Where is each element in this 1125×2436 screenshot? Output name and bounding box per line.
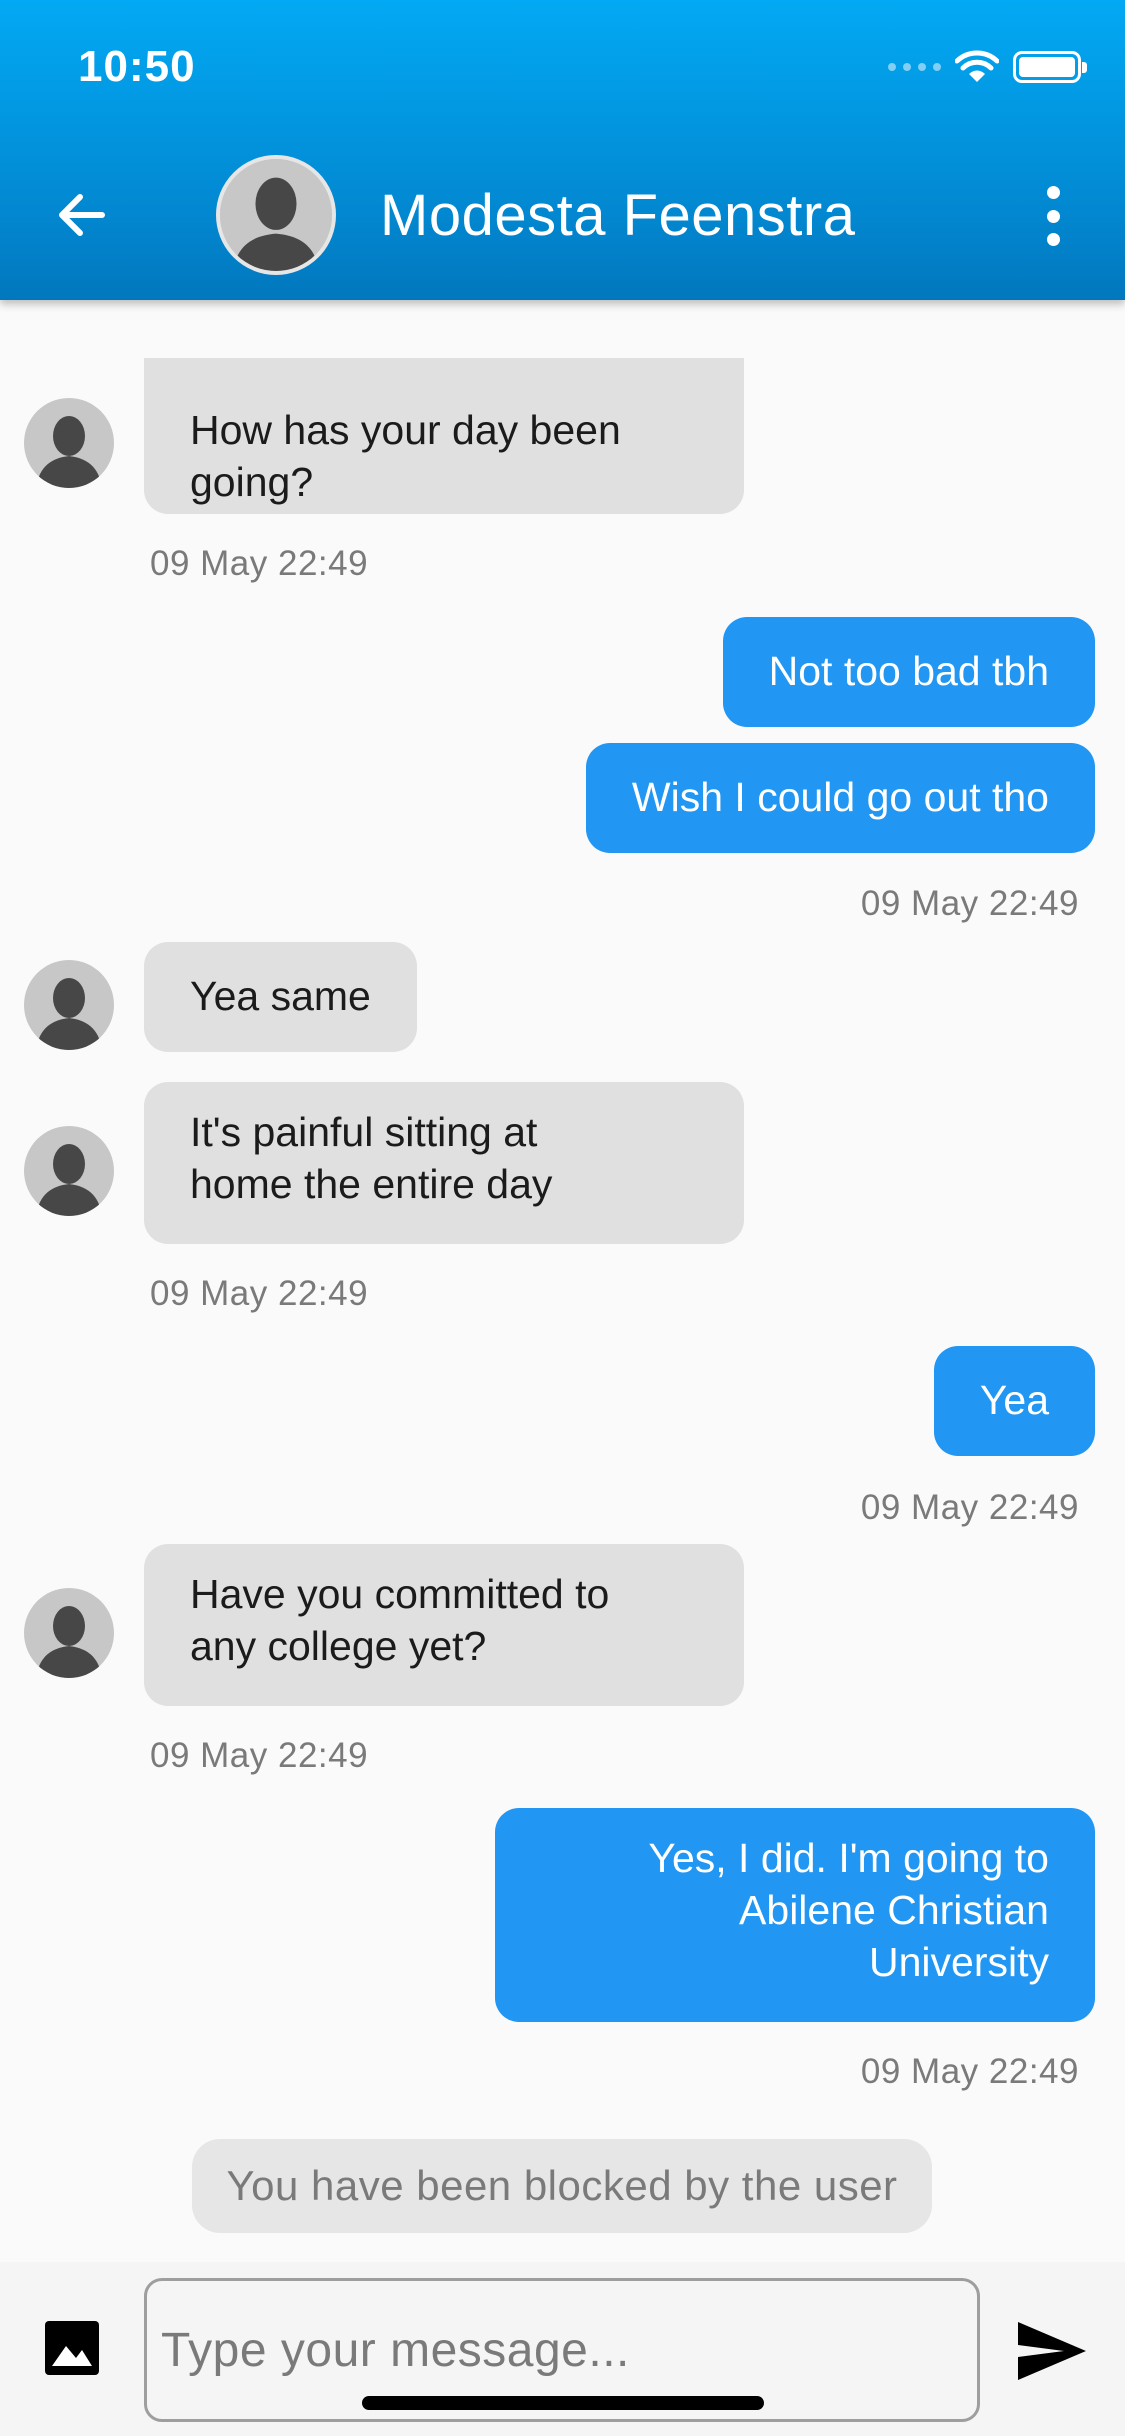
incoming-message-bubble[interactable]: Have you committed to any college yet?: [144, 1544, 744, 1706]
message-text: home the entire day: [190, 1161, 553, 1207]
more-vertical-icon[interactable]: [1038, 186, 1068, 246]
person-silhouette-icon: [36, 1606, 102, 1678]
message-timestamp: 09 May 22:49: [860, 884, 1079, 923]
cellular-signal-icon: [888, 63, 941, 71]
message-text: Abilene Christian: [739, 1887, 1049, 1933]
send-icon[interactable]: [1016, 2320, 1088, 2382]
contact-name[interactable]: Modesta Feenstra: [380, 182, 855, 249]
sender-avatar: [24, 398, 114, 488]
message-text: any college yet?: [190, 1623, 487, 1669]
incoming-message-bubble[interactable]: Yea same: [144, 942, 417, 1052]
person-silhouette-icon: [220, 159, 332, 271]
battery-icon: [1013, 51, 1087, 83]
message-text: Yea: [979, 1377, 1049, 1423]
person-silhouette-icon: [36, 1144, 102, 1216]
outgoing-message-bubble[interactable]: Yea: [933, 1346, 1095, 1456]
message-timestamp: 09 May 22:49: [860, 1488, 1079, 1527]
message-text: Wish I could go out tho: [631, 774, 1049, 820]
outgoing-message-bubble[interactable]: Not too bad tbh: [722, 617, 1095, 727]
message-text: University: [869, 1939, 1049, 1985]
message-text: going?: [190, 459, 314, 505]
outgoing-message-bubble[interactable]: Yes, I did. I'm going to Abilene Christi…: [495, 1808, 1095, 2022]
person-silhouette-icon: [36, 978, 102, 1050]
message-text: Have you committed to: [190, 1571, 610, 1617]
chat-header: 10:50 Modesta Feenstra: [0, 0, 1125, 300]
contact-avatar[interactable]: [216, 155, 336, 275]
message-timestamp: 09 May 22:49: [150, 1736, 369, 1775]
message-text: How has your day been: [190, 407, 621, 453]
back-arrow-icon[interactable]: [52, 185, 112, 245]
sender-avatar: [24, 960, 114, 1050]
status-icons: [888, 50, 1087, 84]
message-timestamp: 09 May 22:49: [150, 1274, 369, 1313]
person-silhouette-icon: [36, 416, 102, 488]
message-text: Yes, I did. I'm going to: [648, 1835, 1049, 1881]
home-indicator: [362, 2396, 764, 2410]
message-text: Not too bad tbh: [768, 648, 1049, 694]
sender-avatar: [24, 1126, 114, 1216]
message-timestamp: 09 May 22:49: [150, 544, 369, 583]
message-text: Yea same: [190, 973, 371, 1019]
message-timestamp: 09 May 22:49: [860, 2052, 1079, 2091]
wifi-icon: [955, 50, 999, 82]
blocked-notice: You have been blocked by the user: [192, 2139, 932, 2233]
status-time: 10:50: [78, 42, 196, 91]
message-text: It's painful sitting at: [190, 1109, 538, 1155]
incoming-message-bubble[interactable]: It's painful sitting at home the entire …: [144, 1082, 744, 1244]
incoming-message-bubble[interactable]: How has your day been going?: [144, 358, 744, 514]
image-icon[interactable]: [42, 2318, 102, 2378]
outgoing-message-bubble[interactable]: Wish I could go out tho: [585, 743, 1095, 853]
sender-avatar: [24, 1588, 114, 1678]
